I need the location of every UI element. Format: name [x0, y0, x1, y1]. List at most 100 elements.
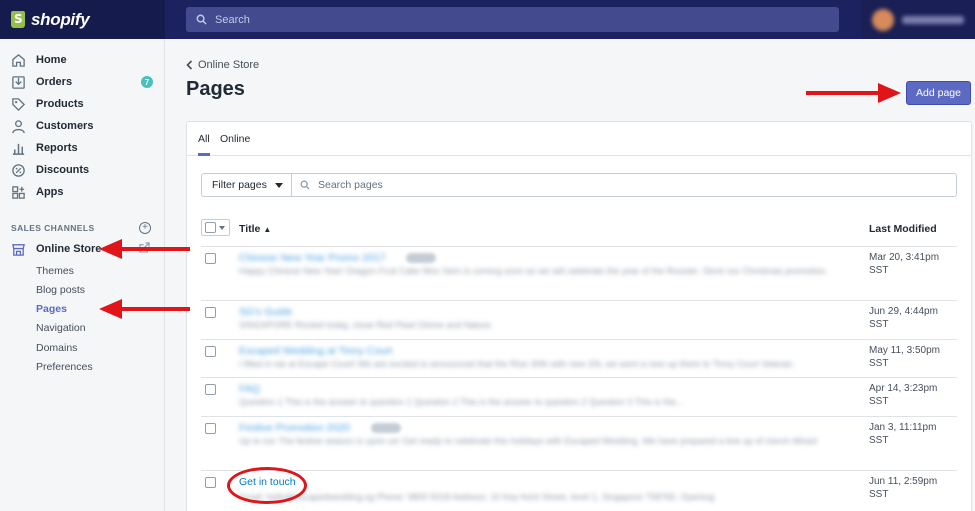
table-row[interactable]: Chinese New Year Promo 2017 Happy Chinese… [201, 247, 957, 301]
sidebar-item-orders[interactable]: Orders 7 [0, 71, 165, 93]
sidebar-item-label: Customers [36, 120, 94, 132]
table-row[interactable]: Get in touch Email: hello@escapedwedding.… [201, 471, 957, 511]
row-checkbox[interactable] [205, 423, 216, 434]
sidebar-subitem-domains[interactable]: Domains [36, 342, 77, 354]
add-channel-icon[interactable]: + [139, 222, 151, 234]
sidebar-item-label: Products [36, 98, 84, 110]
sidebar-item-apps[interactable]: Apps [0, 181, 165, 203]
row-checkbox[interactable] [205, 346, 216, 357]
row-checkbox[interactable] [205, 384, 216, 395]
modified-date: Jun 11, 2:59pm [869, 476, 938, 487]
table-row[interactable]: SG's Guide SINGAPORE Rooted today, close … [201, 301, 957, 340]
tab-online[interactable]: Online [220, 133, 250, 145]
modified-timezone: SST [869, 265, 889, 276]
page-title-link[interactable]: Escaped Wedding at Tinny Court [239, 345, 392, 357]
modified-date: Mar 20, 3:41pm [869, 252, 940, 263]
modified-timezone: SST [869, 358, 889, 369]
annotation-circle-get-in-touch [227, 467, 307, 504]
search-icon [300, 180, 310, 190]
sidebar-item-home[interactable]: Home [0, 49, 165, 71]
page-title-link[interactable]: FAQ [239, 383, 260, 395]
chevron-left-icon [186, 60, 193, 70]
sidebar-item-label: Home [36, 54, 67, 66]
table-row[interactable]: Festive Promotion 2020 Up to our The fest… [201, 417, 957, 471]
modified-timezone: SST [869, 396, 889, 407]
column-last-modified[interactable]: Last Modified [869, 223, 937, 235]
tag-icon [11, 97, 26, 112]
last-modified-cell: May 11, 3:50pm SST [869, 344, 959, 370]
page-excerpt: SINGAPORE Rooted today, close Red Pearl … [239, 320, 491, 330]
last-modified-cell: Jan 3, 11:11pm SST [869, 421, 959, 447]
row-checkbox[interactable] [205, 477, 216, 488]
page-title-link[interactable]: SG's Guide [239, 306, 292, 318]
column-title-label: Title [239, 223, 261, 235]
breadcrumb-label: Online Store [198, 59, 260, 71]
modified-timezone: SST [869, 319, 889, 330]
modified-timezone: SST [869, 489, 889, 500]
bulk-select[interactable] [201, 219, 230, 236]
tab-all[interactable]: All [198, 133, 210, 145]
filter-pages-button[interactable]: Filter pages [201, 173, 292, 197]
search-input[interactable]: Search [186, 7, 839, 32]
page-title-link[interactable]: Chinese New Year Promo 2017 [239, 252, 386, 264]
search-icon [196, 14, 207, 25]
annotation-arrow-add-page [806, 83, 901, 103]
home-icon [11, 53, 26, 68]
sidebar-item-label: Orders [36, 76, 73, 88]
orders-count-badge: 7 [141, 76, 153, 88]
last-modified-cell: Mar 20, 3:41pm SST [869, 251, 959, 277]
caret-down-icon [274, 182, 283, 188]
sort-ascending-icon: ▲ [263, 225, 272, 234]
table-row[interactable]: Escaped Wedding at Tinny Court I filled i… [201, 340, 957, 378]
last-modified-cell: Jun 29, 4:44pm SST [869, 305, 959, 331]
sidebar-item-reports[interactable]: Reports [0, 137, 165, 159]
row-checkbox[interactable] [205, 307, 216, 318]
annotation-arrow-online-store [99, 239, 190, 259]
sidebar-item-label: Reports [36, 142, 78, 154]
sidebar-item-label: Apps [36, 186, 64, 198]
sidebar: Home Orders 7 Products Customers Reports… [0, 39, 165, 511]
sidebar-item-label: Online Store [36, 243, 102, 255]
sidebar-item-products[interactable]: Products [0, 93, 165, 115]
page-title-link[interactable]: Festive Promotion 2020 [239, 422, 350, 434]
add-page-button[interactable]: Add page [906, 81, 971, 105]
modified-date: Jun 29, 4:44pm [869, 306, 938, 317]
visibility-badge [406, 253, 436, 263]
discount-icon [11, 163, 26, 178]
shopify-logo[interactable]: shopify [0, 0, 165, 39]
top-bar: shopify Search [0, 0, 975, 39]
sidebar-subitem-blog-posts[interactable]: Blog posts [36, 284, 85, 296]
pages-card: All Online Filter pages Search pages Tit… [186, 121, 972, 511]
orders-icon [11, 75, 26, 90]
sidebar-item-customers[interactable]: Customers [0, 115, 165, 137]
sidebar-item-discounts[interactable]: Discounts [0, 159, 165, 181]
breadcrumb[interactable]: Online Store [186, 59, 259, 71]
active-tab-indicator [198, 153, 210, 156]
store-icon [11, 242, 26, 257]
brand-name: shopify [31, 9, 90, 29]
user-name-blurred [902, 15, 964, 24]
select-all-checkbox[interactable] [205, 222, 216, 233]
sidebar-subitem-preferences[interactable]: Preferences [36, 361, 93, 373]
search-placeholder: Search [215, 13, 250, 26]
sidebar-subitem-pages[interactable]: Pages [36, 303, 67, 315]
caret-down-icon [219, 225, 225, 230]
table-row[interactable]: FAQ Question 1 This is the answer to ques… [201, 378, 957, 417]
row-checkbox[interactable] [205, 253, 216, 264]
user-menu[interactable] [862, 0, 975, 39]
sidebar-subitem-themes[interactable]: Themes [36, 265, 74, 277]
filter-label: Filter pages [212, 179, 267, 191]
sales-channels-heading: SALES CHANNELS [11, 223, 95, 233]
search-pages-input[interactable]: Search pages [292, 173, 957, 197]
sidebar-subitem-navigation[interactable]: Navigation [36, 322, 86, 334]
page-excerpt: Up to our The festive season is upon us!… [239, 436, 817, 446]
annotation-arrow-pages [99, 299, 190, 319]
apps-icon [11, 185, 26, 200]
person-icon [11, 119, 26, 134]
modified-date: Apr 14, 3:23pm [869, 383, 938, 394]
modified-date: May 11, 3:50pm [869, 345, 940, 356]
search-pages-placeholder: Search pages [318, 179, 383, 191]
visibility-badge [371, 423, 401, 433]
shopify-bag-icon [11, 11, 25, 28]
column-title[interactable]: Title ▲ [239, 223, 271, 235]
